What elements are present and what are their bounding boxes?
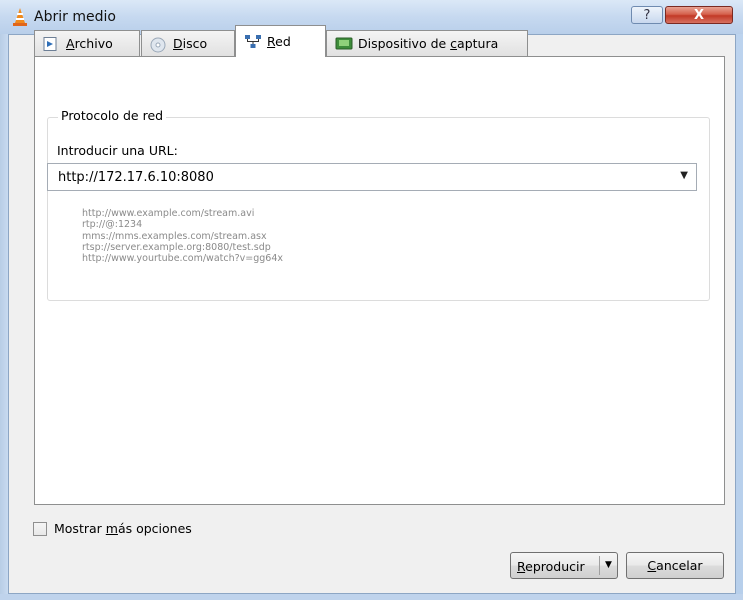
example-line: http://www.yourtube.com/watch?v=gg64x (82, 253, 284, 265)
tab-archivo[interactable]: Archivo (34, 30, 140, 56)
example-line: rtp://@:1234 (82, 219, 143, 231)
url-examples: http://www.example.com/stream.avi rtp://… (82, 208, 283, 264)
tab-dispositivo-captura-label: Dispositivo de captura (358, 36, 499, 51)
window-border-left (0, 34, 8, 600)
window-title: Abrir medio (34, 9, 116, 25)
play-dropdown-arrow-icon[interactable]: ▼ (605, 560, 612, 570)
tab-archivo-label: Archivo (66, 36, 113, 51)
tab-red[interactable]: Red (235, 25, 326, 57)
tab-disco-label: Disco (173, 36, 208, 51)
disc-icon (150, 37, 166, 52)
url-label: Introducir una URL: (57, 143, 178, 158)
tab-red-label: Red (267, 34, 291, 49)
url-input[interactable]: http://172.17.6.10:8080 (58, 170, 214, 185)
capture-device-icon (335, 37, 353, 51)
dropdown-arrow-icon[interactable]: ▼ (680, 170, 688, 181)
network-icon (244, 34, 261, 49)
example-line: rtsp://server.example.org:8080/test.sdp (82, 241, 271, 253)
cancel-button[interactable]: Cancelar (626, 552, 724, 579)
more-options-checkbox[interactable] (33, 522, 47, 536)
url-combobox[interactable]: http://172.17.6.10:8080 ▼ (47, 163, 697, 191)
close-button[interactable]: X (665, 6, 733, 24)
example-line: mms://mms.examples.com/stream.asx (82, 230, 267, 242)
play-button-label: Reproducir (517, 559, 585, 574)
window-border-bottom (0, 594, 743, 600)
file-icon (43, 36, 59, 51)
help-button[interactable]: ? (631, 6, 663, 24)
split-divider (599, 556, 600, 575)
group-title: Protocolo de red (58, 108, 167, 123)
tab-dispositivo-captura[interactable]: Dispositivo de captura (326, 30, 528, 56)
more-options-label[interactable]: Mostrar más opciones (54, 521, 192, 536)
title-bar: Abrir medio ? X (0, 0, 743, 34)
dialog-window: Abrir medio ? X Archivo Disco Red Dispos… (0, 0, 743, 600)
network-tab-panel (34, 56, 725, 505)
vlc-cone-icon (12, 8, 28, 26)
tab-disco[interactable]: Disco (141, 30, 235, 56)
cancel-button-label: Cancelar (647, 558, 703, 573)
example-line: http://www.example.com/stream.avi (82, 208, 255, 219)
play-button[interactable]: Reproducir ▼ (510, 552, 618, 579)
